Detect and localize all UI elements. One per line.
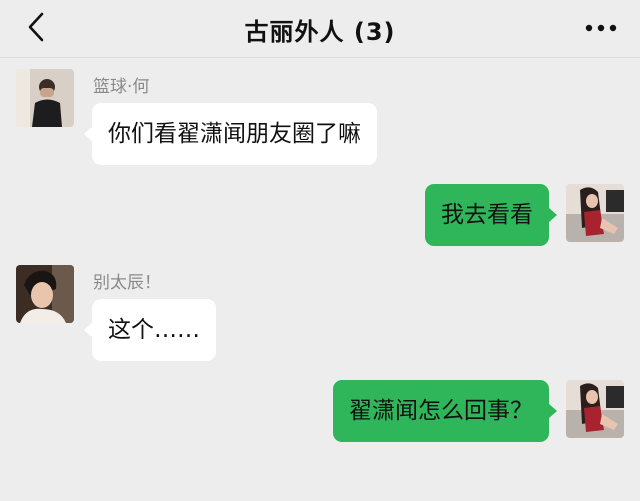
avatar-self[interactable] xyxy=(566,184,624,242)
message-text: 这个…… xyxy=(108,317,200,343)
person-photo-icon xyxy=(566,380,624,438)
message-bubble-incoming[interactable]: 你们看翟潇闻朋友圈了嘛 xyxy=(84,103,377,165)
bubble-tail xyxy=(548,207,557,223)
person-photo-icon xyxy=(566,184,624,242)
message-text: 你们看翟潇闻朋友圈了嘛 xyxy=(108,121,361,147)
more-button[interactable] xyxy=(584,20,618,36)
avatar-sender-2[interactable] xyxy=(16,265,74,323)
person-photo-icon xyxy=(16,69,74,127)
avatar-sender-1[interactable] xyxy=(16,69,74,127)
sender-name: 别太辰！ xyxy=(93,273,161,293)
message-bubble-incoming[interactable]: 这个…… xyxy=(84,299,216,361)
message-bubble-outgoing[interactable]: 我去看看 xyxy=(425,184,557,246)
person-photo-icon xyxy=(16,265,74,323)
message-text: 我去看看 xyxy=(441,202,533,228)
bubble-tail xyxy=(84,126,93,142)
chat-title: 古丽外人 (3) xyxy=(244,18,396,46)
bubble-tail xyxy=(548,403,557,419)
bubble-tail xyxy=(84,322,93,338)
avatar-self[interactable] xyxy=(566,380,624,438)
chat-header: 古丽外人 (3) xyxy=(0,0,640,58)
message-text: 翟潇闻怎么回事？ xyxy=(349,398,533,424)
sender-name: 篮球·何 xyxy=(93,77,150,97)
message-bubble-outgoing[interactable]: 翟潇闻怎么回事？ xyxy=(333,380,557,442)
more-dots-icon xyxy=(585,24,617,32)
